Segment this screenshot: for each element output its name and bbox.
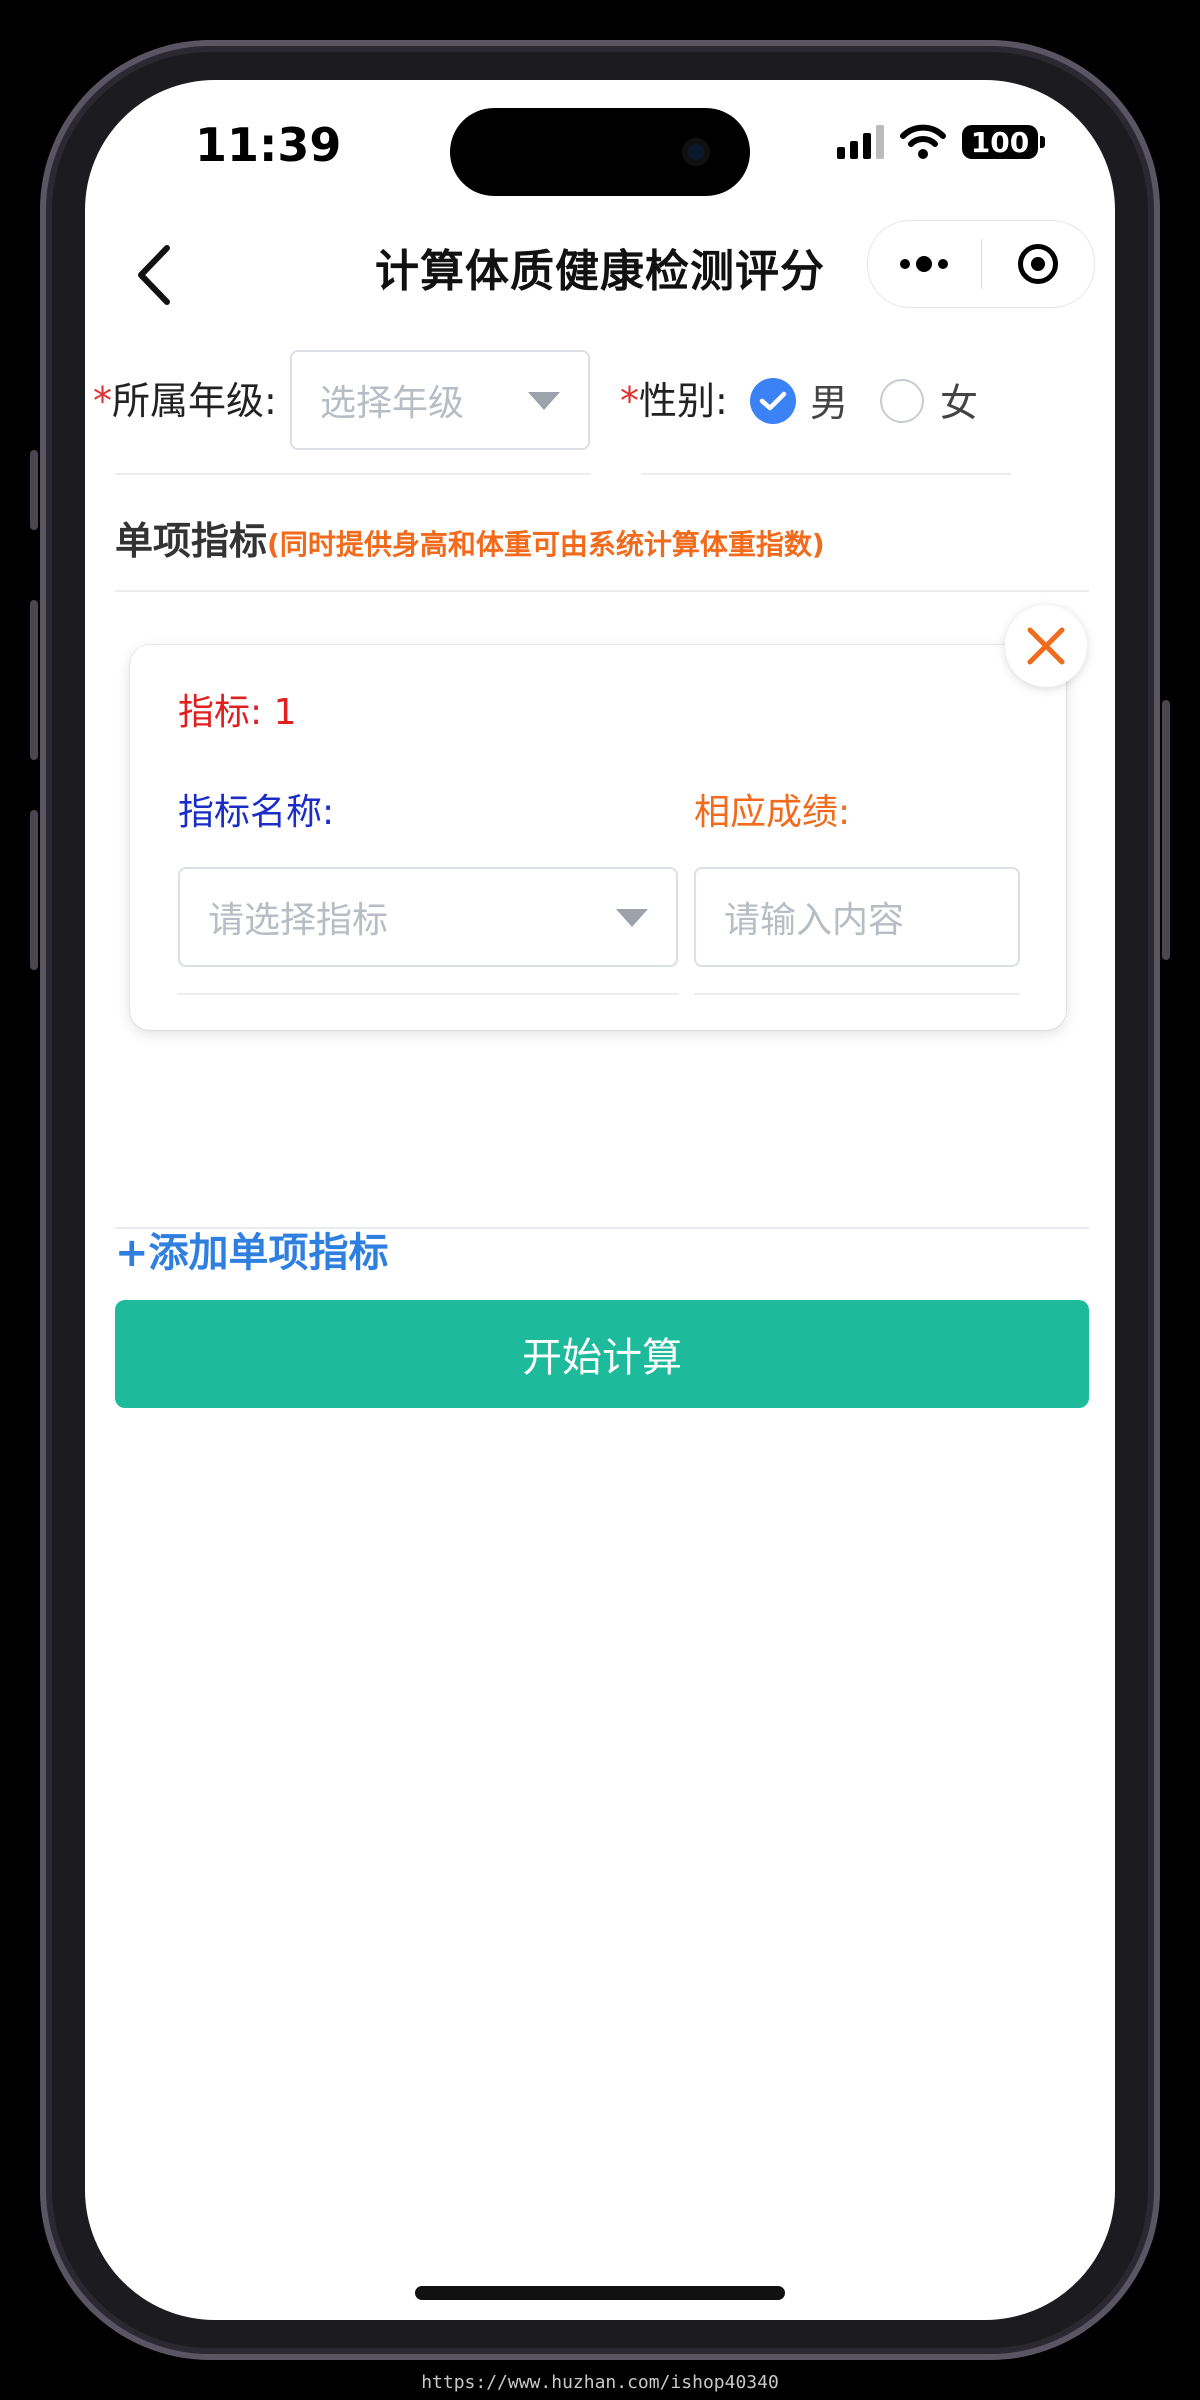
miniprogram-capsule [867, 220, 1095, 308]
gender-female-label[interactable]: 女 [940, 372, 978, 427]
section-note: (同时提供身高和体重可由系统计算体重指数) [267, 528, 825, 561]
divider [641, 473, 1011, 475]
score-input-placeholder: 请输入内容 [724, 900, 905, 941]
camera-icon [682, 138, 710, 166]
check-icon [759, 391, 787, 411]
screen: 11:39 100 计算体质健康检测评分 *所属年级: 选择年级 *性别: 男 … [85, 80, 1115, 2320]
wifi-icon [900, 124, 946, 159]
section-title-text: 单项指标 [115, 519, 268, 563]
dropdown-caret-icon [616, 909, 648, 927]
remove-indicator-button[interactable] [1005, 605, 1087, 687]
grade-select[interactable]: 选择年级 [290, 350, 590, 450]
indicator-select[interactable]: 请选择指标 [178, 867, 678, 967]
more-button[interactable] [868, 221, 981, 307]
calculate-button[interactable]: 开始计算 [115, 1300, 1089, 1408]
status-time: 11:39 [195, 118, 342, 172]
indicator-header: 指标: 1 [178, 692, 297, 733]
required-mark: * [620, 379, 639, 423]
indicator-select-placeholder: 请选择指标 [208, 900, 389, 941]
divider [115, 473, 591, 475]
gender-male-radio[interactable] [750, 378, 796, 424]
required-mark: * [93, 379, 112, 423]
grade-label: *所属年级: [93, 370, 277, 425]
mute-switch [30, 450, 38, 530]
battery-indicator: 100 [962, 125, 1038, 159]
close-icon [1027, 627, 1065, 665]
dynamic-island [450, 108, 750, 196]
target-icon [1017, 244, 1058, 284]
status-icons: 100 [837, 124, 1045, 160]
section-title: 单项指标(同时提供身高和体重可由系统计算体重指数) [115, 510, 825, 565]
divider [115, 1227, 1089, 1229]
indicator-card: 指标: 1 指标名称: 相应成绩: 请选择指标 请输入内容 [130, 645, 1066, 1030]
volume-up-button [30, 600, 38, 760]
gender-label-text: 性别: [639, 379, 728, 423]
divider [115, 590, 1089, 592]
dropdown-caret-icon [528, 392, 560, 410]
grade-select-placeholder: 选择年级 [320, 383, 465, 424]
divider [178, 993, 678, 995]
score-input[interactable]: 请输入内容 [694, 867, 1020, 967]
battery-tip [1040, 136, 1045, 148]
gender-label: *性别: [620, 370, 728, 425]
indicator-name-label: 指标名称: [178, 792, 335, 833]
plus-icon: + [115, 1230, 149, 1276]
divider [694, 993, 1020, 995]
close-miniprogram-button[interactable] [982, 221, 1095, 307]
gender-male-label[interactable]: 男 [810, 372, 848, 427]
score-label: 相应成绩: [694, 792, 851, 833]
add-indicator-label: 添加单项指标 [148, 1230, 389, 1276]
cellular-signal-icon [837, 125, 884, 159]
gender-female-radio[interactable] [880, 379, 924, 423]
volume-down-button [30, 810, 38, 970]
more-dots-icon [900, 256, 949, 272]
watermark: https://www.huzhan.com/ishop40340 [421, 2372, 779, 2393]
power-button [1162, 700, 1170, 960]
grade-label-text: 所属年级: [112, 379, 277, 423]
home-indicator [415, 2286, 785, 2300]
